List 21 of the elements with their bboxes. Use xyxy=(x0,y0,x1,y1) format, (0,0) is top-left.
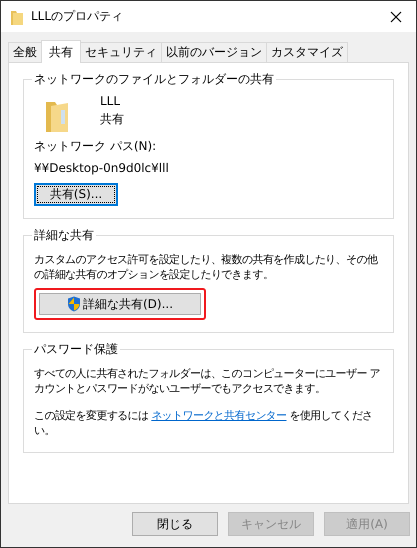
network-center-link[interactable]: ネットワークと共有センター xyxy=(151,409,286,422)
share-button[interactable]: 共有(S)... xyxy=(34,183,118,206)
group-title: 詳細な共有 xyxy=(33,227,95,244)
description-text: すべての人に共有されたフォルダーは、このコンピューターにユーザー アカウントとパスワードがないユーザーでもアクセスできます。 xyxy=(34,366,382,396)
instruction-text: この設定を変更するには ネットワークと共有センター を使用してください。 xyxy=(34,408,374,438)
share-status: 共有 xyxy=(100,111,124,128)
path-label: ネットワーク パス(N): xyxy=(34,138,156,155)
group-title: パスワード保護 xyxy=(33,341,119,358)
close-icon[interactable] xyxy=(390,10,402,22)
description-text: カスタムのアクセス許可を設定したり、複数の共有を作成したり、その他の詳細な共有のオプションを設定したりできます。 xyxy=(34,252,379,282)
dialog-button[interactable]: 閉じる xyxy=(132,512,218,536)
group-title: ネットワークのファイルとフォルダーの共有 xyxy=(33,71,275,88)
window-title: LLLのプロパティ xyxy=(31,8,124,25)
folder-name: LLL xyxy=(100,94,122,108)
folder-icon xyxy=(11,8,23,24)
tab[interactable]: 全般 xyxy=(8,42,42,62)
tab[interactable]: カスタマイズ xyxy=(266,42,348,62)
network-path: ¥¥Desktop-0n9d0lc¥lll xyxy=(34,161,169,175)
tab[interactable]: 共有 xyxy=(41,40,81,63)
advanced-sharing-button[interactable]: 詳細な共有(D)... xyxy=(39,293,201,315)
shield-icon xyxy=(66,296,81,312)
